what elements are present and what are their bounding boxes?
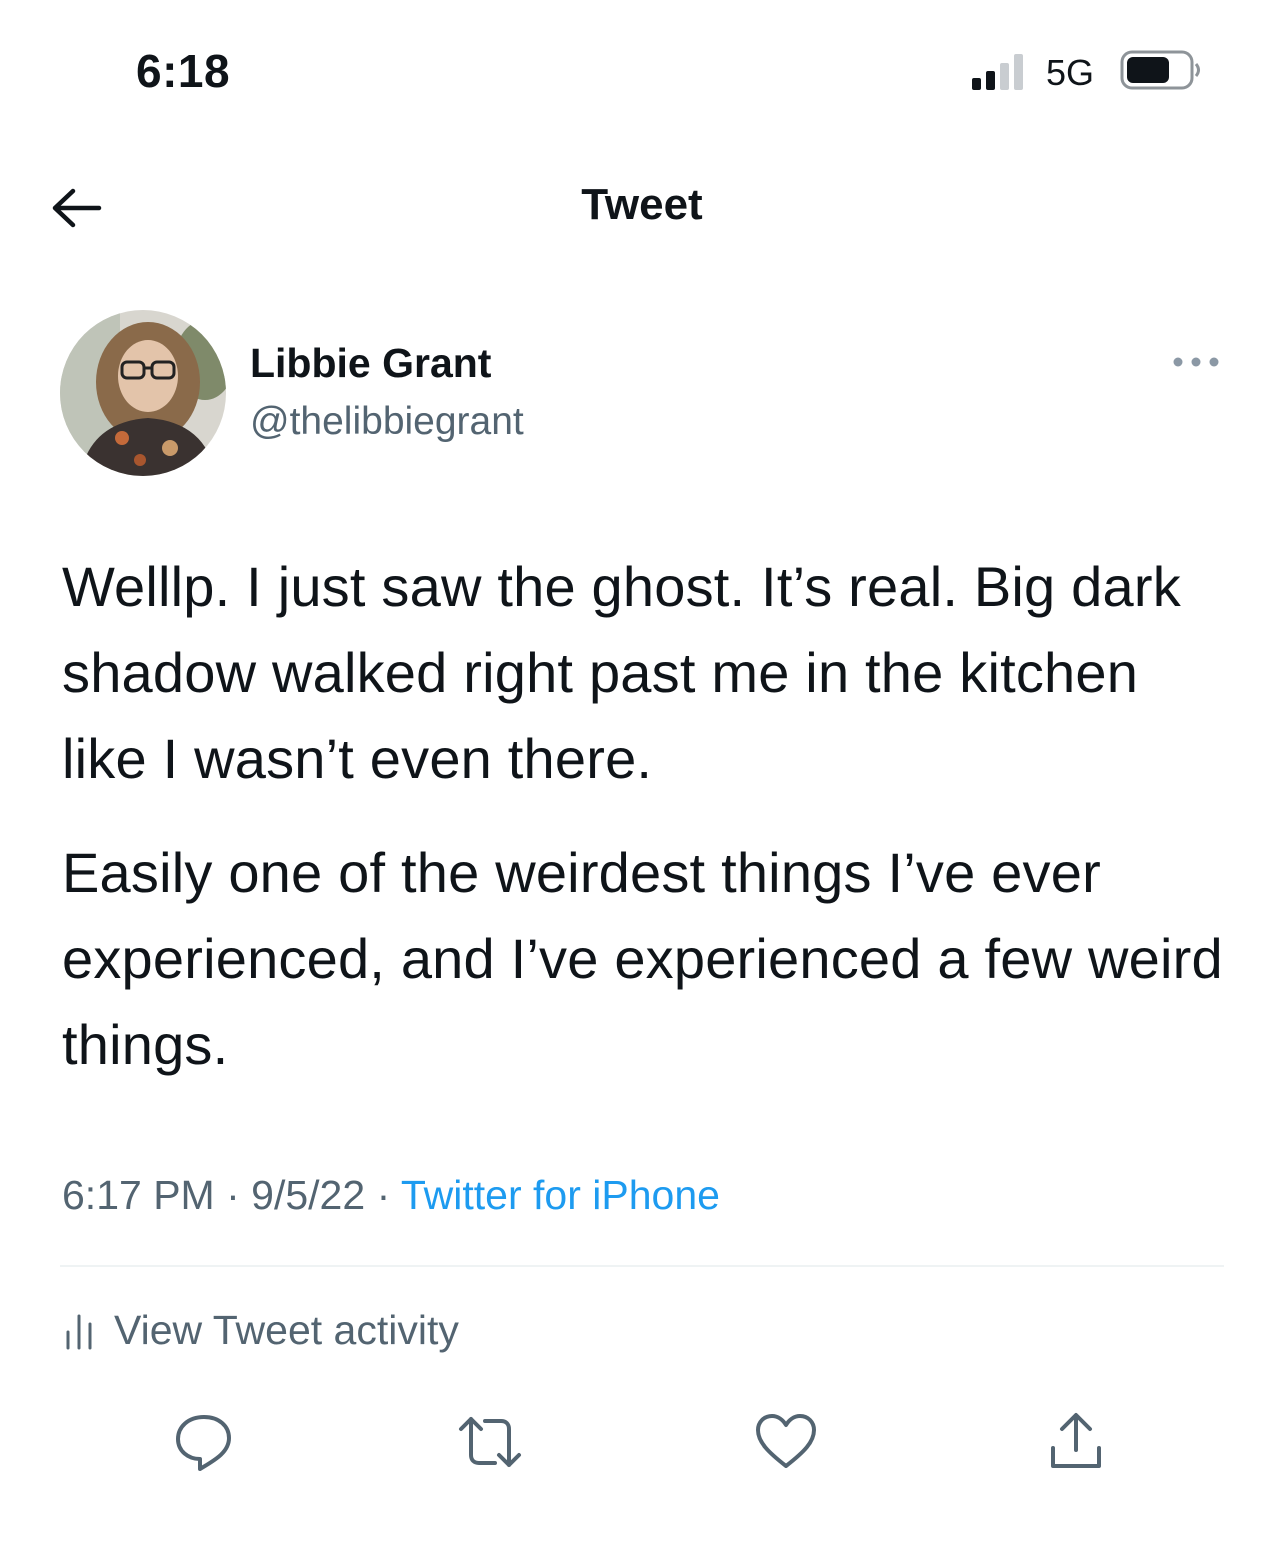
- page-title: Tweet: [581, 180, 703, 229]
- reply-icon: [176, 1415, 231, 1471]
- status-time: 6:18: [136, 45, 231, 97]
- analytics-icon: [66, 1314, 92, 1350]
- tweet-date: 9/5/22: [251, 1172, 366, 1218]
- back-button[interactable]: [40, 180, 110, 236]
- more-dots-icon: [1173, 357, 1219, 367]
- author-handle[interactable]: @thelibbiegrant: [250, 400, 524, 444]
- share-button[interactable]: [1038, 1404, 1114, 1480]
- network-type: 5G: [1046, 52, 1095, 93]
- more-options-button[interactable]: [1168, 342, 1224, 382]
- tweet-text-paragraph: Welllp. I just saw the ghost. It’s real.…: [62, 555, 1181, 790]
- avatar-image: [60, 310, 226, 476]
- reply-button[interactable]: [166, 1404, 242, 1480]
- tweet-text-paragraph: Easily one of the weirdest things I’ve e…: [62, 841, 1223, 1076]
- like-button[interactable]: [748, 1404, 824, 1480]
- battery-icon: [1120, 50, 1200, 90]
- share-icon: [1051, 1413, 1101, 1468]
- view-tweet-activity-label: View Tweet activity: [114, 1306, 459, 1353]
- divider: [60, 1265, 1224, 1267]
- view-tweet-activity-button[interactable]: View Tweet activity: [64, 1302, 459, 1358]
- signal-strength-icon: [972, 54, 1023, 90]
- retweet-icon: [459, 1417, 521, 1467]
- like-icon: [756, 1414, 816, 1468]
- tweet-meta: 6:17 PM · 9/5/22 · Twitter for iPhone: [62, 1172, 720, 1219]
- avatar[interactable]: [60, 310, 226, 476]
- meta-separator: ·: [226, 1172, 240, 1218]
- author-name[interactable]: Libbie Grant: [250, 340, 491, 387]
- back-arrow-icon: [52, 188, 102, 228]
- meta-separator: ·: [376, 1172, 391, 1218]
- retweet-button[interactable]: [452, 1404, 528, 1480]
- tweet-source-link[interactable]: Twitter for iPhone: [401, 1172, 720, 1218]
- tweet-time: 6:17 PM: [62, 1172, 215, 1218]
